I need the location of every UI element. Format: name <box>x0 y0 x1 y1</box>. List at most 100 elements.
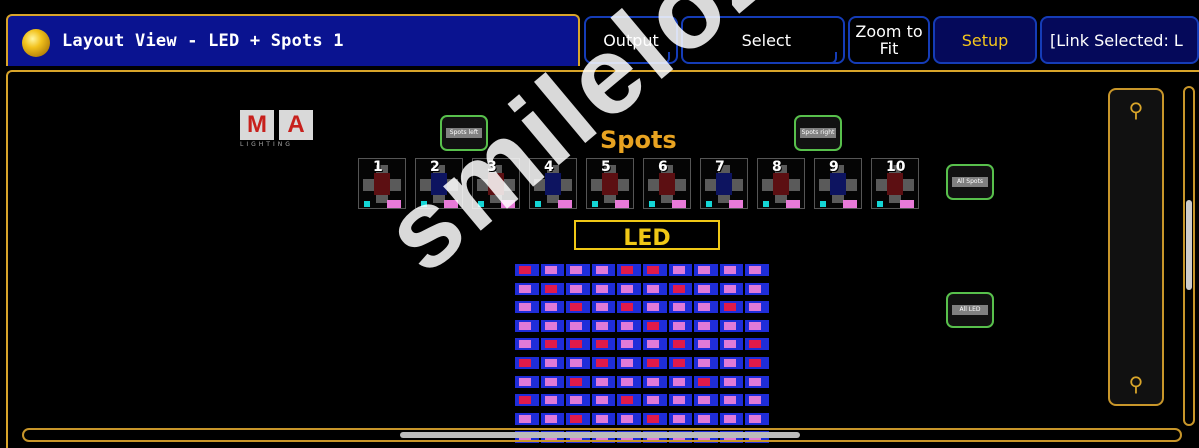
led-fixture[interactable] <box>540 357 565 369</box>
spot-fixture[interactable]: 8 <box>757 158 805 209</box>
group-all-led[interactable]: All LED <box>946 292 994 328</box>
led-fixture[interactable] <box>642 375 667 388</box>
spot-fixture[interactable]: 7 <box>700 158 748 209</box>
spot-fixture[interactable]: 5 <box>586 158 634 209</box>
spot-fixture[interactable]: 3 <box>472 158 520 209</box>
led-fixture[interactable] <box>591 338 616 351</box>
led-fixture[interactable] <box>566 394 590 407</box>
led-fixture[interactable] <box>668 412 693 425</box>
led-fixture[interactable] <box>566 264 590 276</box>
led-fixture[interactable] <box>668 375 693 388</box>
led-fixture[interactable] <box>719 264 744 276</box>
led-fixture[interactable] <box>668 394 693 407</box>
led-fixture[interactable] <box>719 282 744 295</box>
spot-fixture[interactable]: 10 <box>871 158 919 209</box>
led-fixture[interactable] <box>694 394 718 407</box>
led-fixture[interactable] <box>566 357 590 369</box>
led-fixture[interactable] <box>694 264 718 276</box>
group-all-spots[interactable]: All Spots <box>946 164 994 200</box>
led-fixture[interactable] <box>719 394 744 407</box>
led-fixture[interactable] <box>642 394 667 407</box>
led-fixture[interactable] <box>642 282 667 295</box>
led-fixture[interactable] <box>515 301 539 314</box>
led-fixture[interactable] <box>591 394 616 407</box>
led-fixture[interactable] <box>515 394 539 407</box>
led-fixture[interactable] <box>719 375 744 388</box>
select-button[interactable]: Select <box>681 16 845 64</box>
led-fixture[interactable] <box>745 319 769 332</box>
led-fixture[interactable] <box>591 357 616 369</box>
led-fixture[interactable] <box>694 375 718 388</box>
led-fixture[interactable] <box>566 338 590 351</box>
led-fixture[interactable] <box>540 282 565 295</box>
led-fixture[interactable] <box>617 375 641 388</box>
led-fixture[interactable] <box>591 319 616 332</box>
link-selected-button[interactable]: [Link Selected: L <box>1040 16 1199 64</box>
led-fixture[interactable] <box>668 357 693 369</box>
output-button[interactable]: Output <box>584 16 678 64</box>
led-fixture[interactable] <box>566 319 590 332</box>
led-fixture[interactable] <box>540 375 565 388</box>
led-fixture[interactable] <box>745 264 769 276</box>
led-fixture[interactable] <box>540 412 565 425</box>
zoom-out-icon[interactable]: ⚲ <box>1126 374 1146 394</box>
led-fixture[interactable] <box>617 338 641 351</box>
led-fixture[interactable] <box>617 264 641 276</box>
led-fixture[interactable] <box>617 412 641 425</box>
led-fixture[interactable] <box>566 375 590 388</box>
led-fixture[interactable] <box>642 319 667 332</box>
led-fixture[interactable] <box>566 412 590 425</box>
led-fixture[interactable] <box>515 282 539 295</box>
led-fixture[interactable] <box>668 338 693 351</box>
led-fixture[interactable] <box>515 264 539 276</box>
led-fixture[interactable] <box>668 319 693 332</box>
led-fixture[interactable] <box>745 338 769 351</box>
window-bulb-icon[interactable] <box>22 29 50 57</box>
led-fixture[interactable] <box>540 319 565 332</box>
led-fixture[interactable] <box>591 412 616 425</box>
group-spots-left[interactable]: Spots left <box>440 115 488 151</box>
led-fixture[interactable] <box>617 357 641 369</box>
spot-fixture[interactable]: 6 <box>643 158 691 209</box>
led-fixture[interactable] <box>719 412 744 425</box>
led-fixture[interactable] <box>515 357 539 369</box>
led-fixture[interactable] <box>745 394 769 407</box>
led-fixture[interactable] <box>745 412 769 425</box>
led-fixture[interactable] <box>566 282 590 295</box>
led-fixture[interactable] <box>617 282 641 295</box>
horizontal-scroll-thumb[interactable] <box>400 432 800 438</box>
led-fixture[interactable] <box>591 301 616 314</box>
led-fixture[interactable] <box>745 375 769 388</box>
led-fixture[interactable] <box>591 264 616 276</box>
led-fixture[interactable] <box>719 357 744 369</box>
led-fixture[interactable] <box>515 319 539 332</box>
setup-button[interactable]: Setup <box>933 16 1037 64</box>
led-fixture[interactable] <box>642 264 667 276</box>
led-fixture[interactable] <box>515 375 539 388</box>
led-fixture[interactable] <box>617 394 641 407</box>
led-fixture[interactable] <box>642 301 667 314</box>
led-fixture[interactable] <box>540 264 565 276</box>
led-fixture[interactable] <box>694 282 718 295</box>
spot-fixture[interactable]: 2 <box>415 158 463 209</box>
led-fixture[interactable] <box>719 338 744 351</box>
led-fixture[interactable] <box>694 412 718 425</box>
led-fixture[interactable] <box>617 319 641 332</box>
led-fixture[interactable] <box>591 282 616 295</box>
led-fixture[interactable] <box>642 338 667 351</box>
led-fixture[interactable] <box>719 301 744 314</box>
led-fixture[interactable] <box>745 301 769 314</box>
spot-fixture[interactable]: 4 <box>529 158 577 209</box>
led-fixture[interactable] <box>694 301 718 314</box>
led-fixture[interactable] <box>540 394 565 407</box>
zoom-to-fit-button[interactable]: Zoom to Fit <box>848 16 930 64</box>
led-fixture[interactable] <box>642 412 667 425</box>
led-fixture[interactable] <box>694 319 718 332</box>
led-fixture[interactable] <box>515 412 539 425</box>
led-fixture[interactable] <box>694 357 718 369</box>
led-fixture[interactable] <box>745 282 769 295</box>
led-fixture[interactable] <box>566 301 590 314</box>
window-title-area[interactable]: Layout View - LED + Spots 1 <box>6 14 580 66</box>
led-fixture[interactable] <box>540 301 565 314</box>
spot-fixture[interactable]: 1 <box>358 158 406 209</box>
